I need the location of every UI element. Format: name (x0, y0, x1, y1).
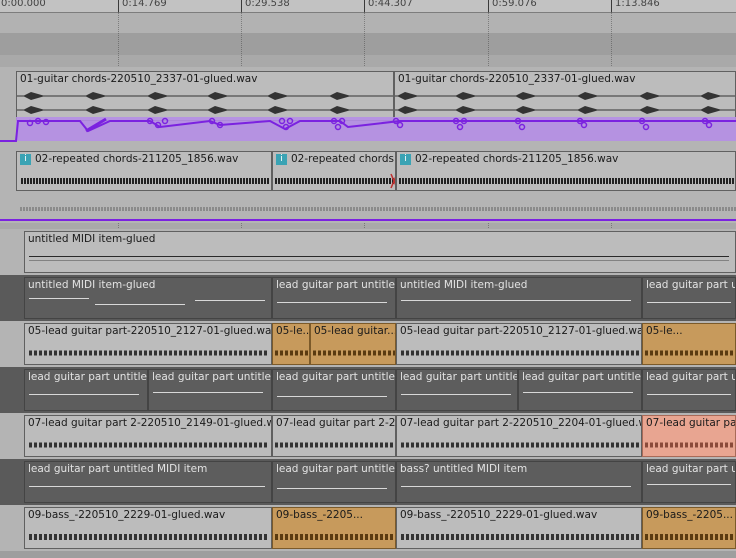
ruler-label: 0:59.076 (492, 0, 537, 9)
midi-item[interactable]: lead guitar part untitled... (642, 277, 736, 319)
item-label: lead guitar part untitle... (400, 371, 518, 383)
item-label: 05-lead guitar... (314, 325, 396, 337)
item-label: 07-lead guitar part 2-22... (276, 417, 396, 429)
timeline-ruler[interactable]: 0:00.000 0:14.769 0:29.538 0:44.307 0:59… (0, 0, 736, 13)
midi-item[interactable]: lead guitar part untitled... (272, 277, 396, 319)
media-item-lead-guitar[interactable]: 05-le... (642, 323, 736, 365)
midi-item[interactable]: untitled MIDI item-glued (396, 277, 642, 319)
midi-item[interactable]: untitled MIDI item-glued (24, 277, 272, 319)
waveform (399, 178, 735, 184)
media-item-lead-guitar-2[interactable]: 07-lead guitar part 2-220510_2149-01-glu… (24, 415, 272, 457)
item-label: lead guitar part untitled... (646, 279, 735, 291)
waveform (395, 92, 735, 114)
item-label: lead guitar part untitle... (28, 371, 148, 383)
media-item-lead-guitar-2[interactable]: 07-lead guitar part 2-220... (642, 415, 736, 457)
track-2-repeated-chords[interactable]: i 02-repeated chords-211205_1856.wav i 02-… (0, 149, 736, 223)
item-label: 07-lead guitar part 2-220510_2149-01-glu… (28, 417, 272, 429)
media-item-bass[interactable]: 09-bass_-220510_2229-01-glued.wav (24, 507, 272, 549)
info-icon: i (20, 154, 31, 165)
midi-item[interactable]: lead guitar part untitled... (642, 369, 736, 411)
item-label: 09-bass_-220510_2229-01-glued.wav (400, 509, 598, 521)
track-7-lead-guitar-2[interactable]: 07-lead guitar part 2-220510_2149-01-glu… (0, 413, 736, 459)
midi-item-untitled-glued[interactable]: untitled MIDI item-glued (24, 231, 736, 273)
track-1-guitar-chords[interactable]: 01-guitar chords-220510_2337-01-glued.wa… (0, 67, 736, 149)
item-label: 05-lead guitar part-220510_2127-01-glued… (28, 325, 272, 337)
item-label: lead guitar part untitled... (276, 279, 395, 291)
track-4-midi[interactable]: untitled MIDI item-glued lead guitar par… (0, 275, 736, 321)
media-item-repeated-chords-3[interactable]: i 02-repeated chords-211205_1856.wav (396, 151, 736, 191)
waveform (17, 92, 393, 114)
item-label: 07-lead guitar part 2-220510_2204-01-glu… (400, 417, 642, 429)
media-item-repeated-chords-1[interactable]: i 02-repeated chords-211205_1856.wav (16, 151, 272, 191)
item-label: 05-le... (276, 325, 310, 337)
automation-envelope[interactable] (0, 115, 736, 145)
ruler-label: 1:13.846 (615, 0, 660, 9)
track-5-lead-guitar[interactable]: 05-lead guitar part-220510_2127-01-glued… (0, 321, 736, 367)
track-8-midi[interactable]: lead guitar part untitled MIDI item lead… (0, 459, 736, 505)
media-item-lead-guitar[interactable]: 05-lead guitar part-220510_2127-01-glued… (24, 323, 272, 365)
track-9-bass[interactable]: 09-bass_-220510_2229-01-glued.wav 09-bas… (0, 505, 736, 551)
media-item-repeated-chords-2[interactable]: i 02-repeated chords... (272, 151, 396, 191)
track-6-midi[interactable]: lead guitar part untitle... lead guitar … (0, 367, 736, 413)
media-item-lead-guitar-2[interactable]: 07-lead guitar part 2-22... (272, 415, 396, 457)
item-label: lead guitar part untitled... (276, 371, 395, 383)
info-icon: i (276, 154, 287, 165)
item-label: 05-le... (646, 325, 683, 337)
midi-item[interactable]: lead guitar part untitle... (396, 369, 518, 411)
media-item-bass[interactable]: 09-bass_-220510_2229-01-glued.wav (396, 507, 642, 549)
midi-item[interactable]: lead guitar part untitled... (518, 369, 642, 411)
ruler-label: 0:00.000 (1, 0, 46, 9)
info-icon: i (400, 154, 411, 165)
item-label: lead guitar part untitled... (522, 371, 641, 383)
item-label: bass? untitled MIDI item (400, 463, 528, 475)
track-envelope-line (0, 219, 736, 221)
media-item-lead-guitar[interactable]: 05-lead guitar part-220510_2127-01-glued… (396, 323, 642, 365)
item-label: untitled MIDI item-glued (28, 279, 156, 291)
ruler-label: 0:29.538 (245, 0, 290, 9)
arrange-view[interactable]: 0:00.000 0:14.769 0:29.538 0:44.307 0:59… (0, 0, 736, 558)
item-label: lead guitar part untitled ... (276, 463, 395, 475)
midi-item[interactable]: bass? untitled MIDI item (396, 461, 642, 503)
waveform-shadow (20, 207, 736, 211)
item-label: untitled MIDI item-glued (400, 279, 528, 291)
item-label: untitled MIDI item-glued (28, 233, 156, 245)
media-item-lead-guitar[interactable]: 05-le... (272, 323, 310, 365)
item-label: 09-bass_-220510_2229-01-glued.wav (28, 509, 226, 521)
item-label: 02-repeated chords-211205_1856.wav (415, 153, 619, 165)
media-item-guitar-chords-2[interactable]: 01-guitar chords-220510_2337-01-glued.wa… (394, 71, 736, 121)
track-lane-empty[interactable] (0, 33, 736, 55)
track-lane-empty[interactable] (0, 551, 736, 558)
item-label: 07-lead guitar part 2-220... (646, 417, 736, 429)
media-item-bass[interactable]: 09-bass_-2205... (272, 507, 396, 549)
waveform (21, 178, 269, 184)
track-lane-empty[interactable] (0, 13, 736, 33)
item-label: 05-lead guitar part-220510_2127-01-glued… (400, 325, 642, 337)
ruler-label: 0:14.769 (122, 0, 167, 9)
waveform (275, 173, 395, 189)
ruler-label: 0:44.307 (368, 0, 413, 9)
item-label: 02-repeated chords-211205_1856.wav (35, 153, 239, 165)
media-item-lead-guitar-2[interactable]: 07-lead guitar part 2-220510_2204-01-glu… (396, 415, 642, 457)
item-label: 02-repeated chords... (291, 153, 396, 165)
midi-item[interactable]: lead guitar part untitled... (272, 369, 396, 411)
media-item-guitar-chords-1[interactable]: 01-guitar chords-220510_2337-01-glued.wa… (16, 71, 394, 121)
media-item-bass[interactable]: 09-bass_-2205... (642, 507, 736, 549)
midi-item[interactable]: lead guitar part untitled ... (642, 461, 736, 503)
item-label: 01-guitar chords-220510_2337-01-glued.wa… (398, 73, 636, 85)
item-label: lead guitar part untitled ... (646, 463, 735, 475)
item-label: 09-bass_-2205... (646, 509, 733, 521)
midi-item[interactable]: lead guitar part untitled ... (148, 369, 272, 411)
item-label: 01-guitar chords-220510_2337-01-glued.wa… (20, 73, 258, 85)
midi-item[interactable]: lead guitar part untitle... (24, 369, 148, 411)
track-3-midi[interactable]: untitled MIDI item-glued (0, 229, 736, 275)
item-label: lead guitar part untitled ... (152, 371, 271, 383)
midi-item[interactable]: lead guitar part untitled ... (272, 461, 396, 503)
item-label: lead guitar part untitled MIDI item (28, 463, 208, 475)
midi-item[interactable]: lead guitar part untitled MIDI item (24, 461, 272, 503)
item-label: lead guitar part untitled... (646, 371, 735, 383)
item-label: 09-bass_-2205... (276, 509, 363, 521)
media-item-lead-guitar[interactable]: 05-lead guitar... (310, 323, 396, 365)
